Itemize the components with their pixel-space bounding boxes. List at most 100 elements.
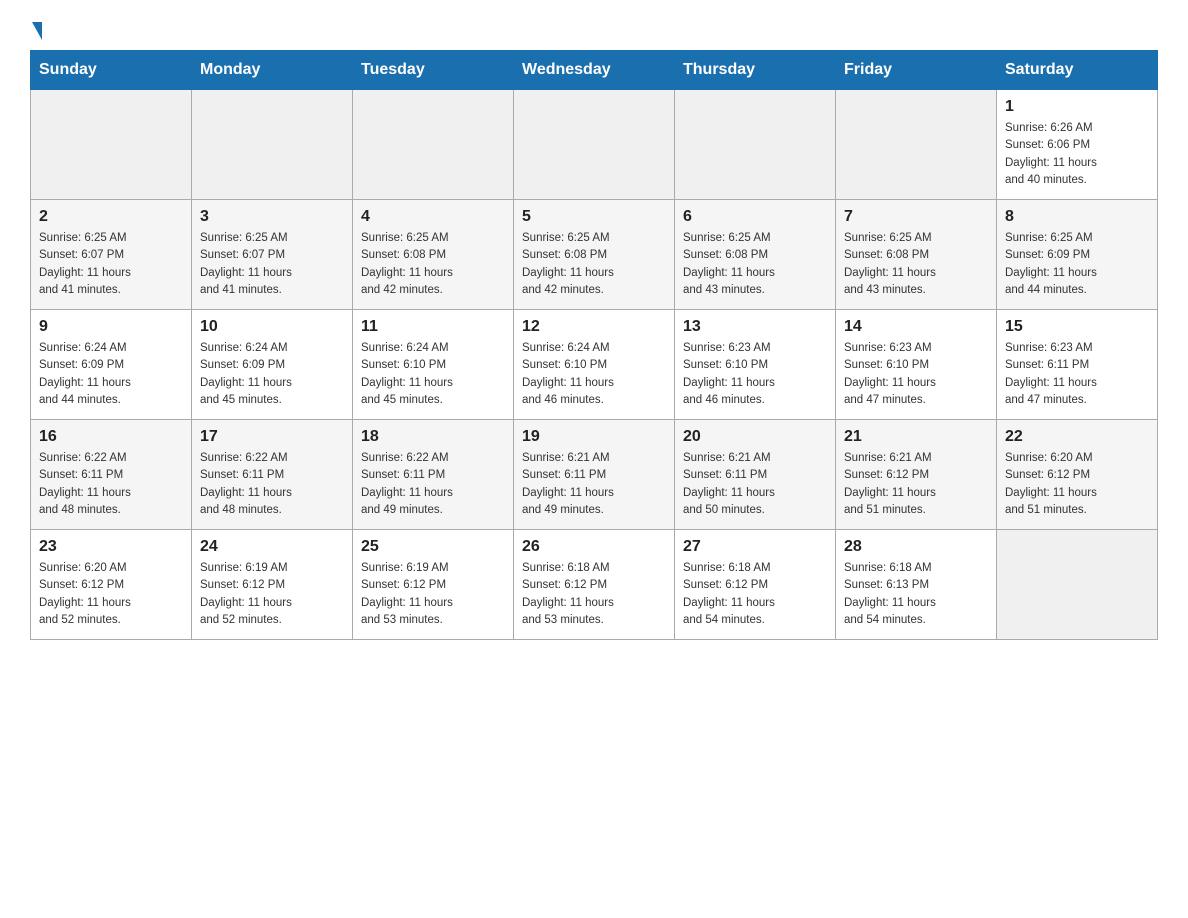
calendar-day-cell: 12 Sunrise: 6:24 AM Sunset: 6:10 PM Dayli… [514, 310, 675, 420]
day-number: 13 [683, 318, 827, 336]
calendar-day-cell: 2 Sunrise: 6:25 AM Sunset: 6:07 PM Daylig… [31, 200, 192, 310]
calendar-week-row: 2 Sunrise: 6:25 AM Sunset: 6:07 PM Daylig… [31, 200, 1158, 310]
day-number: 2 [39, 208, 183, 226]
calendar-day-cell: 14 Sunrise: 6:23 AM Sunset: 6:10 PM Dayli… [836, 310, 997, 420]
day-number: 4 [361, 208, 505, 226]
calendar-day-cell: 8 Sunrise: 6:25 AM Sunset: 6:09 PM Daylig… [997, 200, 1158, 310]
day-number: 26 [522, 538, 666, 556]
day-info: Sunrise: 6:24 AM Sunset: 6:10 PM Dayligh… [522, 340, 666, 409]
calendar-day-cell: 25 Sunrise: 6:19 AM Sunset: 6:12 PM Dayli… [353, 530, 514, 640]
day-info: Sunrise: 6:25 AM Sunset: 6:07 PM Dayligh… [39, 230, 183, 299]
calendar-day-cell: 23Sunrise: 6:20 AM Sunset: 6:12 PM Dayli… [31, 530, 192, 640]
day-info: Sunrise: 6:25 AM Sunset: 6:08 PM Dayligh… [522, 230, 666, 299]
weekday-header-cell: Wednesday [514, 51, 675, 90]
calendar-day-cell: 24 Sunrise: 6:19 AM Sunset: 6:12 PM Dayli… [192, 530, 353, 640]
day-info: Sunrise: 6:25 AM Sunset: 6:08 PM Dayligh… [844, 230, 988, 299]
calendar-day-cell: 7 Sunrise: 6:25 AM Sunset: 6:08 PM Daylig… [836, 200, 997, 310]
day-number: 19 [522, 428, 666, 446]
weekday-header-cell: Monday [192, 51, 353, 90]
day-info: Sunrise: 6:20 AM Sunset: 6:12 PM Dayligh… [1005, 450, 1149, 519]
day-number: 28 [844, 538, 988, 556]
calendar-day-cell: 20 Sunrise: 6:21 AM Sunset: 6:11 PM Dayli… [675, 420, 836, 530]
day-number: 16 [39, 428, 183, 446]
day-number: 27 [683, 538, 827, 556]
day-info: Sunrise: 6:22 AM Sunset: 6:11 PM Dayligh… [200, 450, 344, 519]
calendar-day-cell: 13 Sunrise: 6:23 AM Sunset: 6:10 PM Dayli… [675, 310, 836, 420]
day-number: 14 [844, 318, 988, 336]
day-info: Sunrise: 6:19 AM Sunset: 6:12 PM Dayligh… [361, 560, 505, 629]
day-info: Sunrise: 6:21 AM Sunset: 6:11 PM Dayligh… [522, 450, 666, 519]
day-info: Sunrise: 6:21 AM Sunset: 6:11 PM Dayligh… [683, 450, 827, 519]
weekday-header-cell: Friday [836, 51, 997, 90]
day-number: 15 [1005, 318, 1149, 336]
day-number: 5 [522, 208, 666, 226]
calendar-day-cell: 11 Sunrise: 6:24 AM Sunset: 6:10 PM Dayli… [353, 310, 514, 420]
calendar-day-cell: 21Sunrise: 6:21 AM Sunset: 6:12 PM Dayli… [836, 420, 997, 530]
calendar-day-cell: 16 Sunrise: 6:22 AM Sunset: 6:11 PM Dayli… [31, 420, 192, 530]
calendar-week-row: 23Sunrise: 6:20 AM Sunset: 6:12 PM Dayli… [31, 530, 1158, 640]
weekday-header-cell: Tuesday [353, 51, 514, 90]
day-number: 17 [200, 428, 344, 446]
day-info: Sunrise: 6:25 AM Sunset: 6:08 PM Dayligh… [683, 230, 827, 299]
day-info: Sunrise: 6:22 AM Sunset: 6:11 PM Dayligh… [39, 450, 183, 519]
calendar-day-cell: 3 Sunrise: 6:25 AM Sunset: 6:07 PM Daylig… [192, 200, 353, 310]
logo [30, 20, 42, 40]
calendar-day-cell [836, 90, 997, 200]
calendar-day-cell: 17 Sunrise: 6:22 AM Sunset: 6:11 PM Dayli… [192, 420, 353, 530]
calendar-day-cell: 6 Sunrise: 6:25 AM Sunset: 6:08 PM Daylig… [675, 200, 836, 310]
day-number: 8 [1005, 208, 1149, 226]
calendar-day-cell: 19 Sunrise: 6:21 AM Sunset: 6:11 PM Dayli… [514, 420, 675, 530]
calendar-day-cell: 22 Sunrise: 6:20 AM Sunset: 6:12 PM Dayli… [997, 420, 1158, 530]
day-info: Sunrise: 6:23 AM Sunset: 6:11 PM Dayligh… [1005, 340, 1149, 409]
day-number: 23 [39, 538, 183, 556]
calendar-day-cell: 28 Sunrise: 6:18 AM Sunset: 6:13 PM Dayli… [836, 530, 997, 640]
day-number: 24 [200, 538, 344, 556]
day-info: Sunrise: 6:24 AM Sunset: 6:10 PM Dayligh… [361, 340, 505, 409]
day-number: 1 [1005, 98, 1149, 116]
day-info: Sunrise: 6:24 AM Sunset: 6:09 PM Dayligh… [39, 340, 183, 409]
day-info: Sunrise: 6:21 AM Sunset: 6:12 PM Dayligh… [844, 450, 988, 519]
calendar-day-cell: 27Sunrise: 6:18 AM Sunset: 6:12 PM Dayli… [675, 530, 836, 640]
logo-triangle-icon [32, 22, 42, 40]
day-info: Sunrise: 6:24 AM Sunset: 6:09 PM Dayligh… [200, 340, 344, 409]
day-number: 6 [683, 208, 827, 226]
weekday-header-row: SundayMondayTuesdayWednesdayThursdayFrid… [31, 51, 1158, 90]
calendar-week-row: 1 Sunrise: 6:26 AM Sunset: 6:06 PM Daylig… [31, 90, 1158, 200]
calendar-day-cell: 15 Sunrise: 6:23 AM Sunset: 6:11 PM Dayli… [997, 310, 1158, 420]
calendar-day-cell: 10Sunrise: 6:24 AM Sunset: 6:09 PM Dayli… [192, 310, 353, 420]
calendar-day-cell: 26Sunrise: 6:18 AM Sunset: 6:12 PM Dayli… [514, 530, 675, 640]
calendar-day-cell [997, 530, 1158, 640]
day-number: 7 [844, 208, 988, 226]
day-number: 20 [683, 428, 827, 446]
page-header [30, 20, 1158, 40]
day-info: Sunrise: 6:25 AM Sunset: 6:09 PM Dayligh… [1005, 230, 1149, 299]
day-info: Sunrise: 6:18 AM Sunset: 6:13 PM Dayligh… [844, 560, 988, 629]
day-number: 22 [1005, 428, 1149, 446]
calendar-table: SundayMondayTuesdayWednesdayThursdayFrid… [30, 50, 1158, 640]
day-number: 9 [39, 318, 183, 336]
weekday-header-cell: Thursday [675, 51, 836, 90]
day-info: Sunrise: 6:19 AM Sunset: 6:12 PM Dayligh… [200, 560, 344, 629]
calendar-day-cell: 5 Sunrise: 6:25 AM Sunset: 6:08 PM Daylig… [514, 200, 675, 310]
day-info: Sunrise: 6:25 AM Sunset: 6:08 PM Dayligh… [361, 230, 505, 299]
calendar-day-cell [192, 90, 353, 200]
day-info: Sunrise: 6:26 AM Sunset: 6:06 PM Dayligh… [1005, 120, 1149, 189]
day-number: 3 [200, 208, 344, 226]
day-number: 11 [361, 318, 505, 336]
calendar-day-cell: 9 Sunrise: 6:24 AM Sunset: 6:09 PM Daylig… [31, 310, 192, 420]
day-info: Sunrise: 6:25 AM Sunset: 6:07 PM Dayligh… [200, 230, 344, 299]
calendar-day-cell [675, 90, 836, 200]
calendar-day-cell [514, 90, 675, 200]
calendar-body: 1 Sunrise: 6:26 AM Sunset: 6:06 PM Daylig… [31, 90, 1158, 640]
weekday-header-cell: Saturday [997, 51, 1158, 90]
calendar-day-cell: 1 Sunrise: 6:26 AM Sunset: 6:06 PM Daylig… [997, 90, 1158, 200]
day-number: 12 [522, 318, 666, 336]
day-info: Sunrise: 6:23 AM Sunset: 6:10 PM Dayligh… [683, 340, 827, 409]
day-info: Sunrise: 6:23 AM Sunset: 6:10 PM Dayligh… [844, 340, 988, 409]
day-number: 25 [361, 538, 505, 556]
calendar-week-row: 16 Sunrise: 6:22 AM Sunset: 6:11 PM Dayli… [31, 420, 1158, 530]
day-number: 18 [361, 428, 505, 446]
calendar-day-cell: 18Sunrise: 6:22 AM Sunset: 6:11 PM Dayli… [353, 420, 514, 530]
calendar-week-row: 9 Sunrise: 6:24 AM Sunset: 6:09 PM Daylig… [31, 310, 1158, 420]
weekday-header-cell: Sunday [31, 51, 192, 90]
